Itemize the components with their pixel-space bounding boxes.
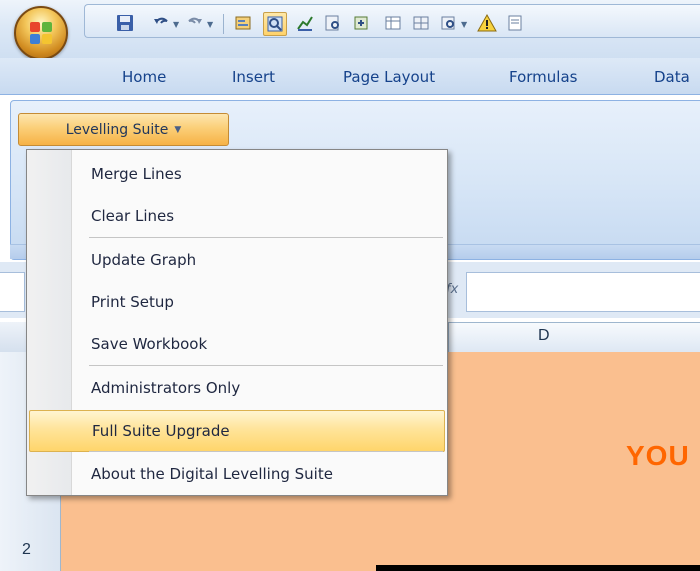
undo-dropdown-icon[interactable]: ▼ [173, 20, 179, 29]
find-icon[interactable] [323, 13, 343, 33]
menu-separator [89, 237, 443, 238]
black-cell-region [376, 565, 700, 571]
menu-item-about[interactable]: About the Digital Levelling Suite [73, 454, 441, 494]
menu-item-full-suite-upgrade[interactable]: Full Suite Upgrade [29, 410, 445, 452]
redo-dropdown-icon[interactable]: ▼ [207, 20, 213, 29]
table-icon[interactable] [383, 13, 403, 33]
tab-page-layout[interactable]: Page Layout [343, 68, 435, 86]
menu-item-merge-lines[interactable]: Merge Lines [73, 154, 441, 194]
chevron-down-icon: ▼ [174, 124, 182, 135]
levelling-suite-label: Levelling Suite [65, 121, 169, 138]
menu-item-print-setup[interactable]: Print Setup [73, 282, 441, 322]
name-box[interactable] [0, 272, 25, 312]
row-header-2[interactable]: 2 [22, 541, 31, 559]
levelling-suite-menu: Merge Lines Clear Lines Update Graph Pri… [26, 149, 448, 496]
grid-icon[interactable] [411, 13, 431, 33]
menu-item-update-graph[interactable]: Update Graph [73, 240, 441, 280]
warning-icon[interactable] [477, 13, 497, 33]
redo-icon[interactable] [185, 13, 205, 33]
undo-icon[interactable] [151, 13, 171, 33]
inspect-icon[interactable] [439, 13, 459, 33]
qat-separator [223, 14, 224, 34]
menu-item-administrators-only[interactable]: Administrators Only [73, 368, 441, 408]
quick-access-toolbar: ▼ ▼ ▼ [84, 4, 700, 38]
save-icon[interactable] [115, 13, 135, 33]
column-divider [448, 322, 449, 352]
menu-separator [89, 451, 443, 452]
tab-formulas[interactable]: Formulas [509, 68, 577, 86]
worksheet-banner-text: YOU [626, 440, 690, 471]
ribbon-tab-bar: Home Insert Page Layout Formulas Data [0, 58, 700, 95]
settings-icon[interactable] [351, 13, 371, 33]
inspect-dropdown-icon[interactable]: ▼ [461, 20, 467, 29]
formula-input[interactable] [466, 272, 700, 312]
office-logo-icon [30, 22, 52, 44]
office-button[interactable] [14, 6, 68, 60]
sheet-icon[interactable] [505, 13, 525, 33]
menu-item-clear-lines[interactable]: Clear Lines [73, 196, 441, 236]
tools-icon[interactable] [263, 12, 287, 36]
menu-separator [89, 365, 443, 366]
menu-item-save-workbook[interactable]: Save Workbook [73, 324, 441, 364]
levelling-suite-button[interactable]: Levelling Suite ▼ [18, 113, 229, 146]
tab-home[interactable]: Home [122, 68, 166, 86]
tab-data[interactable]: Data [654, 68, 690, 86]
column-header-d[interactable]: D [538, 327, 550, 345]
form-icon[interactable] [233, 13, 253, 33]
chart-icon[interactable] [295, 13, 315, 33]
tab-insert[interactable]: Insert [232, 68, 275, 86]
